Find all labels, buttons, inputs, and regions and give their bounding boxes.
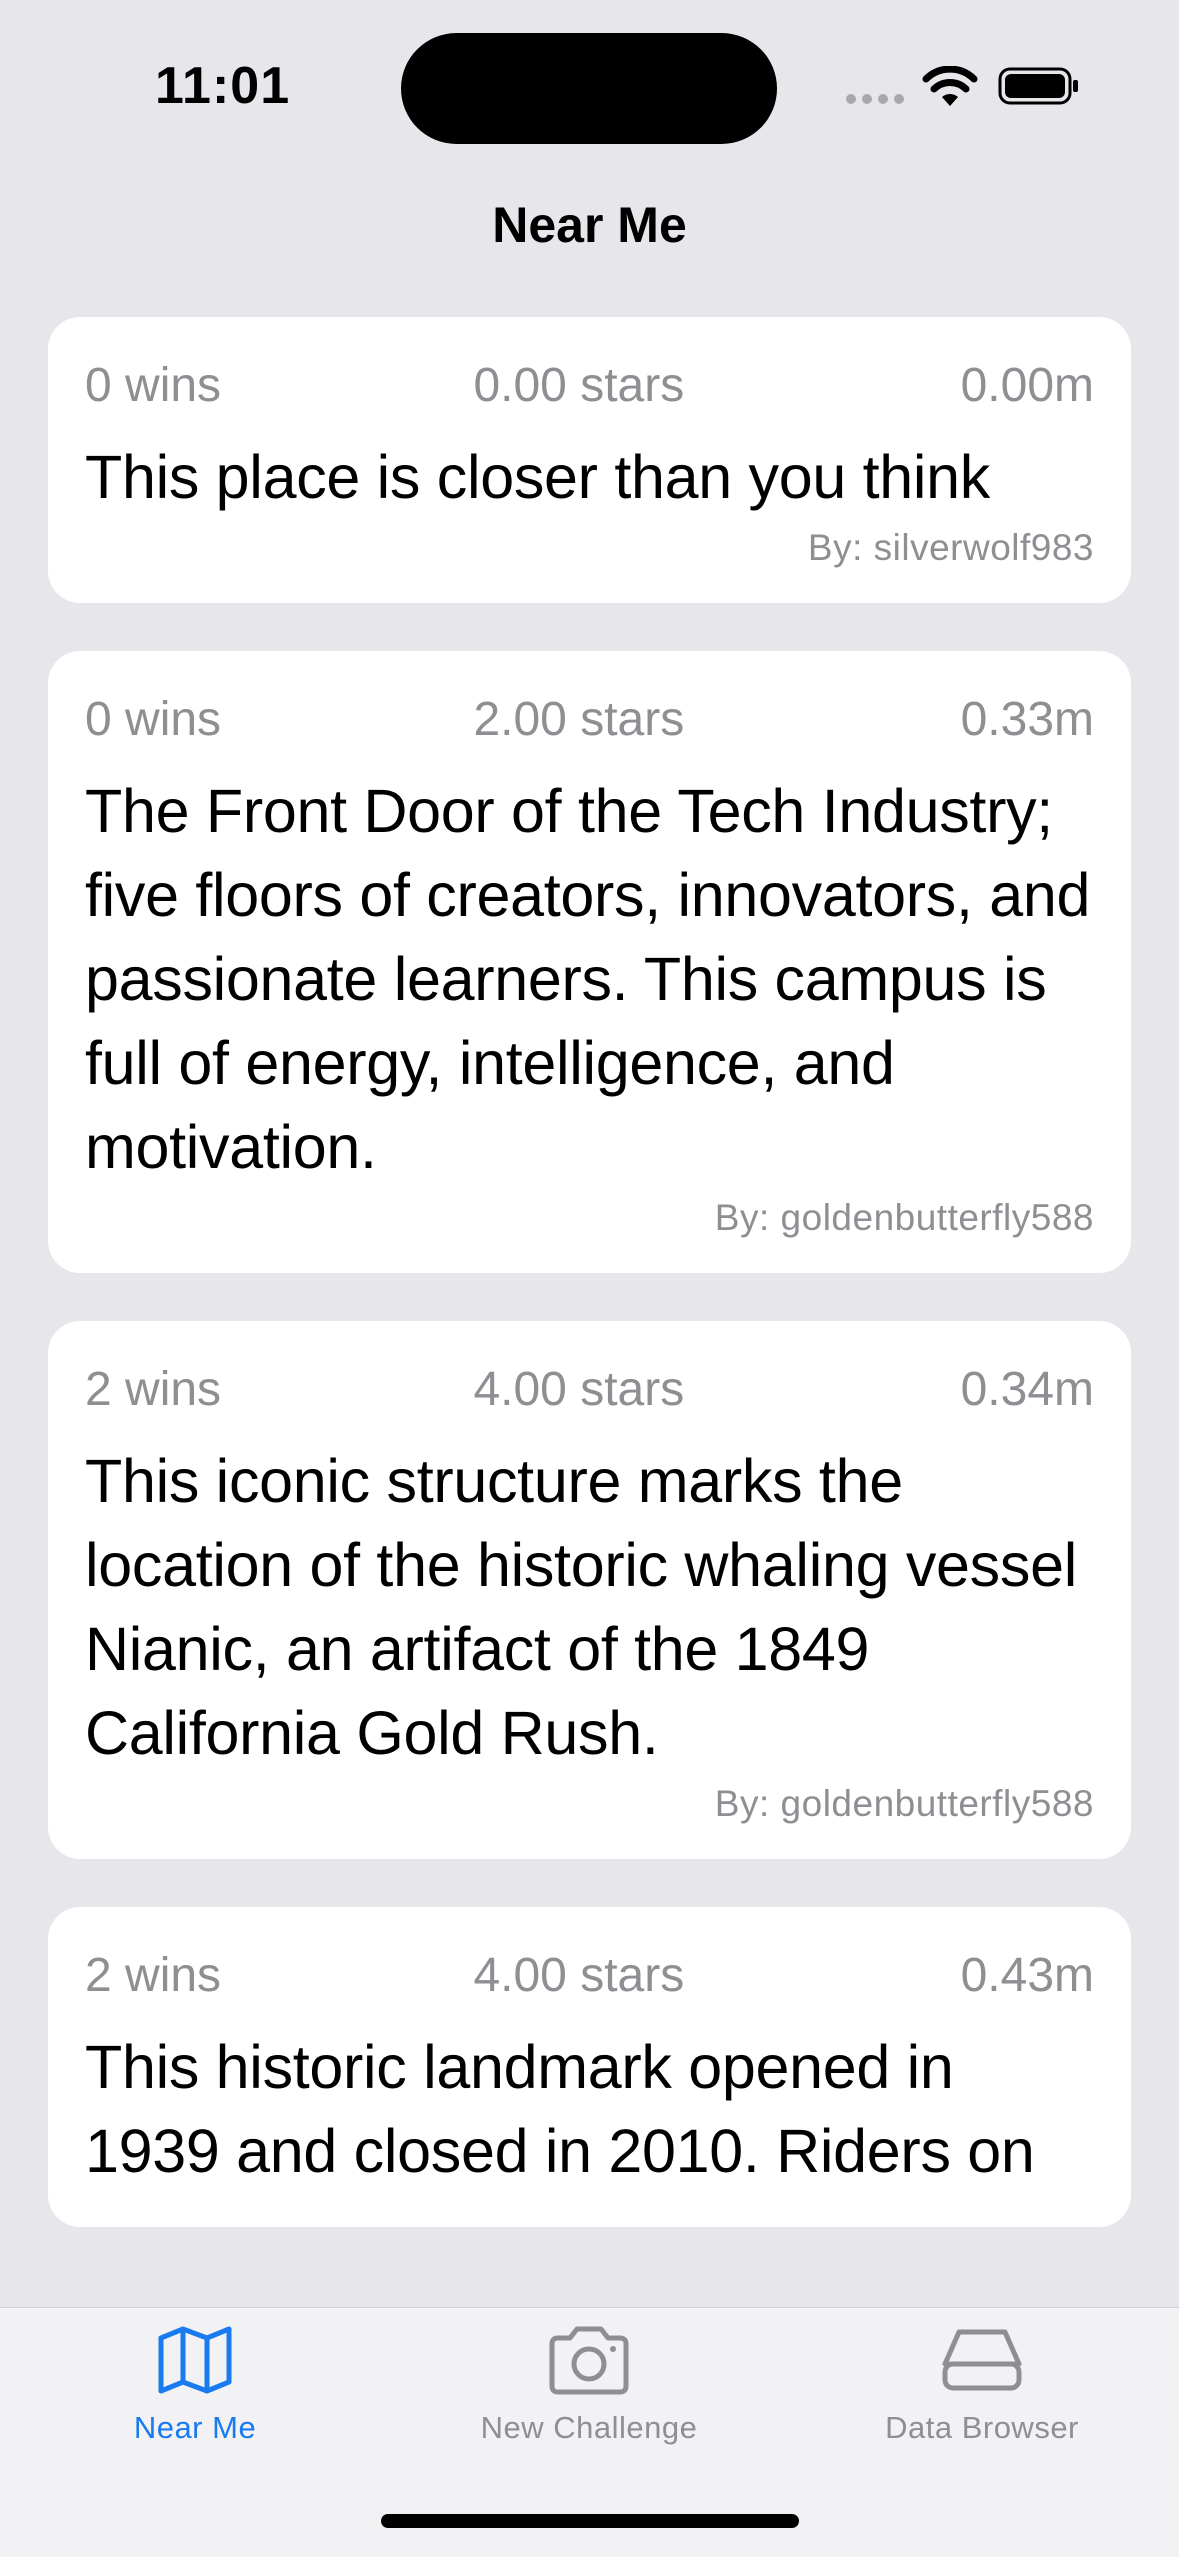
- tab-data-browser[interactable]: Data Browser: [832, 2324, 1132, 2446]
- battery-icon: [998, 67, 1078, 105]
- tab-label: New Challenge: [480, 2410, 698, 2445]
- star-rating: 4.00 stars: [473, 1362, 685, 1416]
- challenge-card[interactable]: 2 wins 4.00 stars 0.34m This iconic stru…: [48, 1321, 1131, 1859]
- challenge-description: This place is closer than you think: [85, 443, 990, 511]
- challenge-description: The Front Door of the Tech Industry; fiv…: [85, 777, 1091, 1181]
- map-icon: [158, 2326, 232, 2394]
- tab-new-challenge[interactable]: New Challenge: [439, 2324, 739, 2446]
- tab-bar: Near Me New Challenge Data Browser: [0, 2307, 1179, 2557]
- wifi-icon: [922, 66, 978, 106]
- tab-label: Near Me: [133, 2410, 257, 2445]
- drive-icon: [942, 2329, 1022, 2391]
- distance: 0.00m: [960, 358, 1094, 412]
- challenge-meta: 2 wins 4.00 stars 0.43m: [85, 1907, 1094, 2041]
- status-time: 11:01: [155, 57, 291, 115]
- distance: 0.43m: [960, 1948, 1094, 2002]
- star-rating: 4.00 stars: [473, 1948, 685, 2002]
- challenge-author: By: goldenbutterfly588: [714, 1197, 1094, 1238]
- distance: 0.34m: [960, 1362, 1094, 1416]
- wins-count: 2 wins: [85, 1362, 222, 1416]
- challenge-meta: 0 wins 0.00 stars 0.00m: [85, 317, 1094, 451]
- tab-near-me[interactable]: Near Me: [45, 2324, 345, 2446]
- wins-count: 0 wins: [85, 692, 222, 746]
- challenge-card[interactable]: 0 wins 0.00 stars 0.00m This place is cl…: [48, 317, 1131, 603]
- cellular-signal-icon: [846, 94, 904, 104]
- challenge-author: By: goldenbutterfly588: [714, 1783, 1094, 1824]
- challenge-list[interactable]: 0 wins 0.00 stars 0.00m This place is cl…: [48, 317, 1131, 2307]
- home-indicator[interactable]: [381, 2514, 799, 2528]
- tab-label: Data Browser: [885, 2410, 1079, 2445]
- challenge-card[interactable]: 2 wins 4.00 stars 0.43m This historic la…: [48, 1907, 1131, 2227]
- challenge-meta: 2 wins 4.00 stars 0.34m: [85, 1321, 1094, 1455]
- star-rating: 0.00 stars: [473, 358, 685, 412]
- challenge-author: By: silverwolf983: [807, 527, 1094, 568]
- challenge-meta: 0 wins 2.00 stars 0.33m: [85, 651, 1094, 785]
- dynamic-island: [401, 33, 777, 144]
- challenge-description: This historic landmark opened in 1939 an…: [85, 2033, 1035, 2185]
- wins-count: 2 wins: [85, 1948, 222, 2002]
- camera-icon: [549, 2326, 629, 2395]
- challenge-card[interactable]: 0 wins 2.00 stars 0.33m The Front Door o…: [48, 651, 1131, 1273]
- challenge-description: This iconic structure marks the location…: [85, 1447, 1077, 1767]
- star-rating: 2.00 stars: [473, 692, 685, 746]
- distance: 0.33m: [960, 692, 1094, 746]
- wins-count: 0 wins: [85, 358, 222, 412]
- status-bar: 11:01: [0, 0, 1179, 180]
- page-title: Near Me: [492, 197, 687, 253]
